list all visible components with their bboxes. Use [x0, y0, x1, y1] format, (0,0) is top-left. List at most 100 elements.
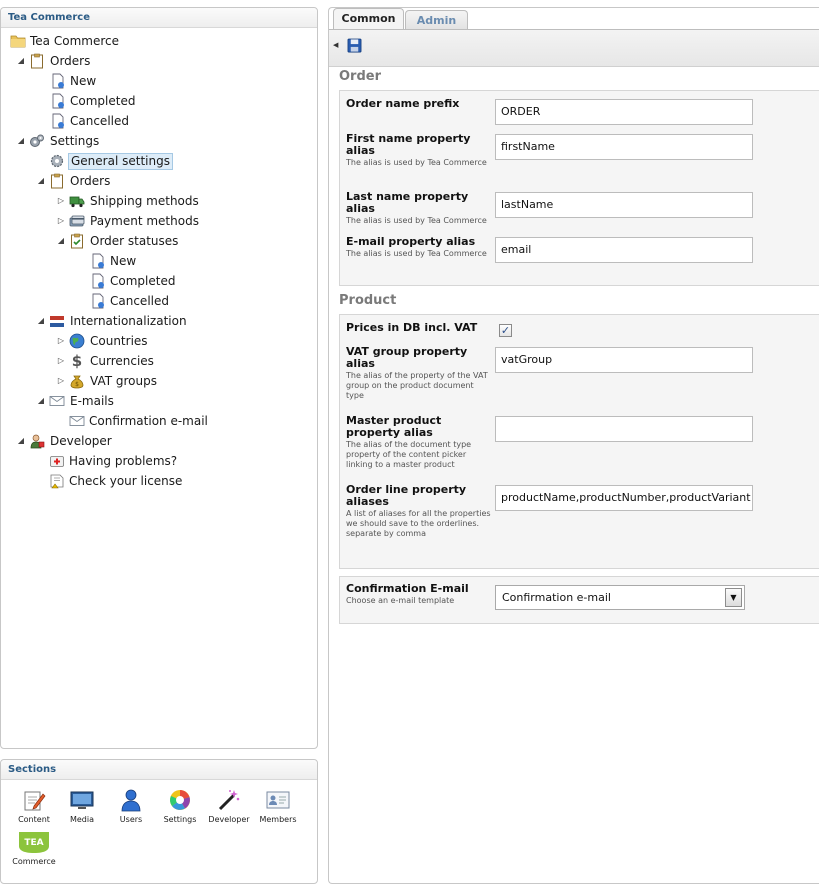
collapse-arrow-icon[interactable]: ◀: [333, 41, 338, 49]
tree-item-label: Shipping methods: [90, 194, 199, 208]
save-icon[interactable]: [347, 38, 362, 53]
settings-icon: [170, 790, 190, 810]
tree-item-label: Cancelled: [110, 294, 169, 308]
tab-common[interactable]: Common: [333, 8, 404, 30]
content-icon: [24, 791, 46, 811]
tree-panel-title: Tea Commerce: [1, 8, 317, 28]
truck-icon: [69, 196, 85, 208]
master-product-alias-input[interactable]: [495, 416, 753, 442]
tree-item-label: Tea Commerce: [30, 34, 119, 48]
last-name-alias-input[interactable]: lastName: [495, 192, 753, 218]
order-name-prefix-label: Order name prefix: [346, 97, 460, 110]
dollar-icon: $: [71, 352, 83, 370]
confirmation-email-selected: Confirmation e-mail: [502, 591, 611, 604]
expanded-arrow-icon[interactable]: ◢: [17, 132, 25, 150]
sections-panel: Sections Content Media Users Settings De…: [0, 759, 318, 884]
section-label: Members: [259, 815, 297, 824]
tree-item-label: General settings: [68, 153, 173, 170]
tree-item-label: Check your license: [69, 474, 183, 488]
section-label: Settings: [163, 815, 197, 824]
collapsed-arrow-icon[interactable]: ▷: [57, 372, 65, 390]
collapsed-arrow-icon[interactable]: ▷: [57, 352, 65, 370]
expanded-arrow-icon[interactable]: ◢: [57, 232, 65, 250]
envelope-icon: [49, 396, 65, 406]
group-order: Order name prefix ORDER First name prope…: [339, 90, 819, 286]
group-confirmation-email: Confirmation E-mail Choose an e-mail tem…: [339, 576, 819, 624]
first-aid-icon: [50, 456, 64, 467]
tree-item-label: Orders: [70, 174, 111, 188]
section-commerce[interactable]: TEA Commerce: [10, 830, 58, 866]
tree-item-label: Order statuses: [90, 234, 179, 248]
tree-item-label: E-mails: [70, 394, 114, 408]
document-icon: [92, 253, 104, 269]
section-settings[interactable]: Settings: [156, 788, 204, 824]
first-name-alias-description: The alias is used by Tea Commerce: [346, 158, 487, 167]
section-content[interactable]: Content: [10, 788, 58, 824]
section-users[interactable]: Users: [107, 788, 155, 824]
expanded-arrow-icon[interactable]: ◢: [17, 432, 25, 450]
prices-incl-vat-label: Prices in DB incl. VAT: [346, 321, 478, 334]
last-name-alias-label: Last name property alias The alias is us…: [346, 191, 491, 226]
expanded-arrow-icon[interactable]: ◢: [37, 172, 45, 190]
document-icon: [92, 293, 104, 309]
master-product-alias-label: Master product property alias The alias …: [346, 415, 491, 470]
users-icon: [121, 789, 141, 812]
confirmation-email-select[interactable]: Confirmation e-mail ▼: [495, 585, 745, 610]
section-developer[interactable]: Developer: [205, 788, 253, 824]
prices-incl-vat-checkbox[interactable]: ✓: [499, 324, 512, 337]
clipboard-icon: [51, 173, 63, 189]
order-name-prefix-input[interactable]: ORDER: [495, 99, 753, 125]
dropdown-arrow-icon[interactable]: ▼: [725, 588, 742, 607]
developer-icon: [30, 434, 45, 449]
tree-item-label: Cancelled: [70, 114, 129, 128]
toolbar: ◀: [329, 29, 819, 67]
document-icon: [92, 273, 104, 289]
order-line-aliases-input[interactable]: productName,productNumber,productVariant: [495, 485, 753, 511]
tab-admin[interactable]: Admin: [405, 10, 468, 30]
tree-item-label: VAT groups: [90, 374, 157, 388]
email-alias-input[interactable]: email: [495, 237, 753, 263]
gears-icon: [30, 134, 44, 147]
clipboard-check-icon: [71, 233, 83, 249]
money-bag-icon: $: [70, 375, 84, 389]
collapsed-arrow-icon[interactable]: ▷: [57, 332, 65, 350]
email-alias-description: The alias is used by Tea Commerce: [346, 249, 487, 258]
confirmation-email-description: Choose an e-mail template: [346, 596, 455, 605]
section-label: Users: [119, 815, 143, 824]
tree-item-label: Internationalization: [70, 314, 187, 328]
svg-text:$: $: [75, 381, 79, 388]
tree-item-label: New: [70, 74, 97, 88]
flag-icon: [50, 316, 64, 327]
vat-group-alias-description: The alias of the property of the VAT gro…: [346, 371, 488, 400]
collapsed-arrow-icon[interactable]: ▷: [57, 212, 65, 230]
tree-item-label: Confirmation e-mail: [89, 414, 208, 428]
tree-item-label: Countries: [90, 334, 148, 348]
section-label: Media: [69, 815, 95, 824]
collapsed-arrow-icon[interactable]: ▷: [57, 192, 65, 210]
tree-item-label: New: [110, 254, 137, 268]
vat-group-alias-input[interactable]: vatGroup: [495, 347, 753, 373]
vat-group-alias-label: VAT group property alias The alias of th…: [346, 346, 491, 401]
tree-item-label: Completed: [70, 94, 136, 108]
section-label: Content: [18, 815, 50, 824]
gear-icon: [50, 154, 64, 168]
section-media[interactable]: Media: [58, 788, 106, 824]
section-label: Developer: [208, 815, 250, 824]
tree-item-label: Having problems?: [69, 454, 178, 468]
group-title-product: Product: [339, 293, 397, 308]
tea-logo-icon: TEA: [19, 832, 49, 853]
globe-icon: [69, 333, 85, 349]
section-label: Commerce: [12, 857, 56, 866]
sections-panel-title: Sections: [1, 760, 317, 780]
section-members[interactable]: Members: [254, 788, 302, 824]
envelope-icon: [69, 416, 85, 426]
expanded-arrow-icon[interactable]: ◢: [37, 312, 45, 330]
content-panel: Common Admin ◀ Order Order name prefix O…: [328, 7, 819, 884]
expanded-arrow-icon[interactable]: ◢: [17, 52, 25, 70]
expanded-arrow-icon[interactable]: ◢: [37, 392, 45, 410]
folder-icon: [10, 35, 26, 48]
tree-item-label: Orders: [50, 54, 91, 68]
tree-panel: Tea Commerce Tea Commerce ◢ Orders New C…: [0, 7, 318, 749]
group-product: Prices in DB incl. VAT ✓ VAT group prope…: [339, 314, 819, 569]
first-name-alias-input[interactable]: firstName: [495, 134, 753, 160]
